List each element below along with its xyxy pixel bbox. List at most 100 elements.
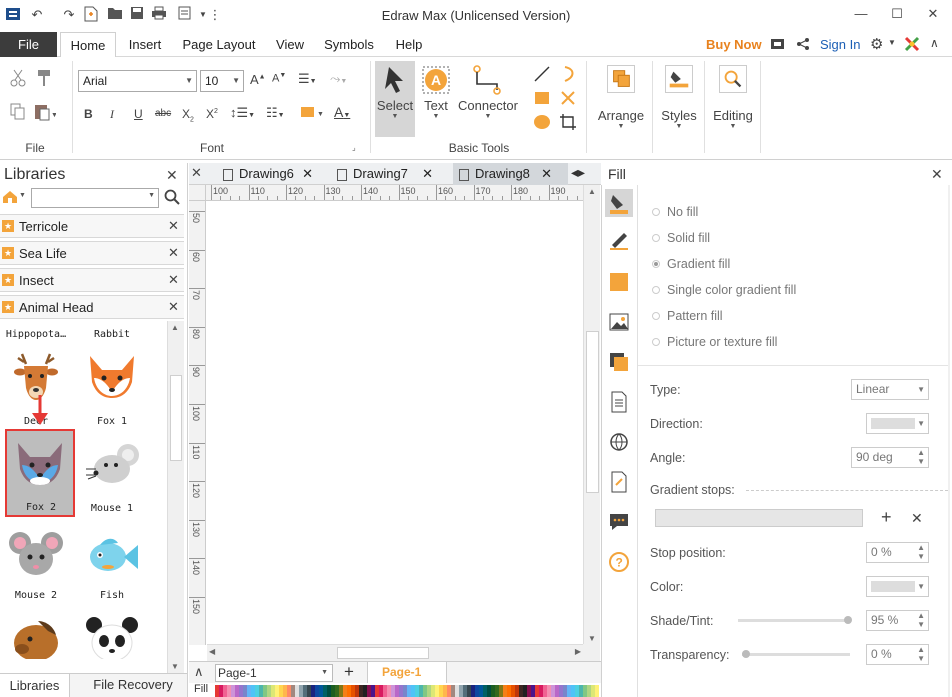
collapse-ribbon-icon[interactable]: ∧ [930,36,939,50]
font-family-select[interactable]: Arial ▼ [78,70,197,92]
add-page-icon[interactable]: + [344,662,354,682]
styles-button[interactable]: Styles ▼ [656,65,702,130]
file-menu-button[interactable]: File [0,32,57,57]
select-tool-button[interactable]: Select ▼ [375,61,415,137]
close-fill-panel-icon[interactable]: ✕ [931,166,943,183]
shadow-icon[interactable] [608,271,630,296]
color-swatch[interactable] [595,685,599,697]
fish-shape[interactable] [84,527,140,583]
sign-in-link[interactable]: Sign In [820,32,860,57]
pattern-fill-option[interactable]: Pattern fill [652,309,723,323]
editing-button[interactable]: Editing ▼ [708,65,758,130]
tab-drawing6[interactable]: Drawing6 ✕ [223,163,319,185]
tab-view[interactable]: View [268,32,312,57]
tab-help[interactable]: Help [388,32,430,57]
text-tool-button[interactable]: A Text ▼ [418,61,454,137]
crop-tool-icon[interactable] [559,113,577,134]
mouse-1-head-shape[interactable] [84,439,140,495]
direction-select[interactable]: ▼ [866,413,929,434]
close-window-icon[interactable]: ✕ [922,4,944,24]
library-row-sea-life[interactable]: ★ Sea Life ✕ [0,241,184,265]
single-color-gradient-option[interactable]: Single color gradient fill [652,283,796,297]
close-all-tabs-icon[interactable]: ✕ [191,165,202,181]
rectangle-tool-icon[interactable] [533,89,551,110]
cross-tool-icon[interactable] [559,89,577,110]
arrange-button[interactable]: Arrange ▼ [592,65,650,130]
close-library-icon[interactable]: ✕ [168,299,179,315]
tab-file-recovery[interactable]: File Recovery [78,674,188,697]
tab-symbols[interactable]: Symbols [318,32,380,57]
scroll-right-icon[interactable]: ▶ [575,647,581,656]
layers-icon[interactable] [608,351,630,376]
scroll-down-icon[interactable]: ▼ [588,634,596,643]
slider-thumb[interactable] [844,616,852,624]
transparency-spinner[interactable]: 0 % ▲ ▼ [866,644,929,665]
shade-tint-spinner[interactable]: 95 % ▲ ▼ [866,610,929,631]
tab-insert[interactable]: Insert [120,32,170,57]
fox-1-head-shape[interactable] [84,350,140,406]
close-library-icon[interactable]: ✕ [168,272,179,288]
line-style-icon[interactable] [608,229,630,254]
scroll-down-icon[interactable]: ▼ [171,662,179,671]
share-icon[interactable] [796,37,810,54]
tab-home[interactable]: Home [60,32,116,58]
scroll-up-icon[interactable]: ▲ [588,187,596,196]
scroll-up-icon[interactable]: ▲ [171,323,179,332]
close-libraries-icon[interactable]: ✕ [166,167,178,184]
solid-fill-option[interactable]: Solid fill [652,231,710,245]
font-size-select[interactable]: 10 ▼ [200,70,244,92]
remove-stop-icon[interactable]: ✕ [911,510,923,527]
text-direction-icon[interactable]: ⤳▼ [330,71,347,87]
transparency-slider[interactable] [742,650,850,658]
bullets-icon[interactable]: ☷▼ [266,105,285,121]
horse-head-shape[interactable] [8,613,64,659]
color-swatches[interactable] [215,685,601,697]
mouse-2-head-shape[interactable] [8,527,64,583]
minimize-icon[interactable]: — [850,4,872,24]
shrink-font-icon[interactable]: A▼ [272,72,286,85]
collapse-page-bar-icon[interactable]: ∧ [194,664,204,680]
slider-thumb[interactable] [742,650,750,658]
format-painter-icon[interactable] [36,69,52,90]
panda-head-shape[interactable] [84,613,140,659]
close-tab-icon[interactable]: ✕ [302,163,313,185]
bold-icon[interactable]: B [84,107,93,121]
arc-tool-icon[interactable] [559,65,577,86]
tab-drawing7[interactable]: Drawing7 ✕ [337,163,437,185]
apps-logo-icon[interactable] [904,36,920,55]
scroll-thumb[interactable] [337,647,429,659]
library-row-terricole[interactable]: ★ Terricole ✕ [0,214,184,238]
gradient-fill-option[interactable]: Gradient fill [652,257,730,271]
close-library-icon[interactable]: ✕ [168,245,179,261]
library-row-animal-head[interactable]: ★ Animal Head ✕ [0,295,184,319]
close-tab-icon[interactable]: ✕ [541,163,552,185]
library-row-insect[interactable]: ★ Insect ✕ [0,268,184,292]
hyperlink-globe-icon[interactable] [608,431,630,456]
canvas-horizontal-scrollbar[interactable]: ◀ ▶ [207,644,583,661]
no-fill-option[interactable]: No fill [652,205,698,219]
attachment-document-icon[interactable] [608,471,630,496]
page-tab[interactable]: Page-1 [367,662,447,683]
canvas-vertical-scrollbar[interactable]: ▲ ▼ [583,185,600,645]
add-stop-icon[interactable]: + [881,508,892,526]
comment-icon[interactable] [608,511,630,536]
align-icon[interactable]: ☰▼ [298,71,317,87]
settings-gear-icon[interactable]: ⚙ [870,35,883,53]
shade-tint-slider[interactable] [738,616,852,624]
buy-now-link[interactable]: Buy Now [706,32,762,57]
angle-spinner[interactable]: 90 deg ▲ ▼ [851,447,929,468]
page-select[interactable]: Page-1 ▼ [215,664,333,682]
settings-dropdown-icon[interactable]: ▼ [888,38,896,47]
tab-page-layout[interactable]: Page Layout [176,32,262,57]
scroll-left-icon[interactable]: ◀ [209,647,215,656]
gradient-type-select[interactable]: Linear ▼ [851,379,929,400]
color-picker[interactable]: ▼ [866,576,929,597]
search-icon[interactable] [164,189,180,208]
library-search-input[interactable]: ▼ [31,188,159,208]
cart-icon[interactable] [770,37,786,54]
tab-drawing8[interactable]: Drawing8 ✕ [453,163,568,185]
scroll-thumb[interactable] [586,331,599,493]
font-color-icon[interactable]: A▼ [334,104,350,120]
gradient-stops-bar[interactable] [655,509,863,527]
italic-icon[interactable]: I [110,107,114,122]
